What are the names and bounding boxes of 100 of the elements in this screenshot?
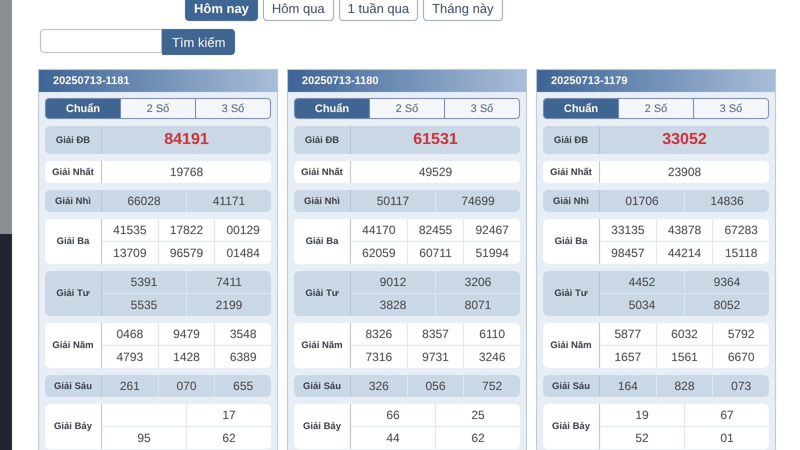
prize-number: 5877 [613, 326, 642, 343]
prize-number: 261 [118, 378, 141, 395]
prize-number: 1561 [656, 346, 712, 368]
mode-tab[interactable]: 2 Số [618, 99, 693, 118]
prize-label: Giải Ba [543, 219, 600, 264]
prize-label: Giải Sáu [45, 375, 102, 397]
card-header: 20250713-1179 [537, 70, 775, 92]
prize-number: 1428 [158, 346, 214, 368]
card-header: 20250713-1180 [288, 70, 526, 92]
prize-number: 5535 [130, 297, 158, 314]
prize-number: 82455 [406, 219, 464, 241]
search-field[interactable] [40, 29, 162, 53]
prize-number: 41171 [186, 190, 271, 212]
search-button[interactable]: Tìm kiếm [162, 29, 236, 55]
date-filter-button[interactable]: Tháng này [423, 0, 503, 21]
prize-label: Giải Nhất [543, 161, 600, 183]
prize-number: 8071 [435, 294, 520, 316]
prize-number: 5034 [628, 297, 656, 314]
prize-label: Giải Sáu [294, 375, 351, 397]
prize-number: 7411 [186, 271, 271, 293]
prize-number: 15118 [712, 242, 769, 264]
prize-number: 61531 [412, 130, 459, 150]
prize-number: 6670 [712, 346, 769, 368]
prize-label: Giải Năm [294, 323, 351, 368]
prize-number: 13709 [112, 245, 148, 262]
date-filter-button[interactable]: Hôm nay [185, 0, 258, 21]
prize-number: 84191 [163, 130, 210, 150]
prize-number: 326 [368, 378, 390, 395]
prize-label: Giải ĐB [543, 126, 600, 154]
prize-number: 44 [385, 430, 401, 447]
prize-number: 33135 [610, 222, 646, 239]
prize-label: Giải Nhất [45, 161, 102, 183]
prize-number: 8052 [684, 294, 769, 316]
prize-label: Giải Tư [543, 271, 600, 316]
prize-number: 164 [616, 378, 639, 395]
prize-number: 5792 [712, 323, 769, 345]
prize-number: 44170 [361, 222, 397, 239]
prize-number: 01706 [624, 193, 660, 210]
prize-number: 66028 [126, 193, 162, 210]
mode-tab[interactable]: Chuẩn [544, 99, 618, 118]
prize-number: 752 [463, 375, 520, 397]
prize-number: 62 [435, 427, 520, 449]
prize-number: 6110 [463, 323, 520, 345]
prize-label: Giải Tư [294, 271, 351, 316]
prize-number: 60711 [406, 242, 464, 264]
prize-number: 62 [186, 427, 271, 449]
prize-number: 51994 [463, 242, 520, 264]
prize-number: 6389 [214, 346, 271, 368]
prize-label: Giải Sáu [543, 375, 600, 397]
prize-number: 66 [385, 407, 401, 424]
mode-tab[interactable]: 3 Số [693, 99, 768, 118]
mode-tab[interactable]: 2 Số [120, 99, 195, 118]
mode-tab[interactable]: 3 Số [195, 99, 270, 118]
date-filter-button[interactable]: 1 tuần qua [338, 0, 418, 21]
prize-number: 5391 [130, 274, 158, 291]
mode-tab[interactable]: Chuẩn [295, 99, 369, 118]
prize-label: Giải Năm [543, 323, 600, 368]
prize-number: 1657 [613, 349, 642, 366]
prize-number: 67 [684, 404, 769, 426]
prize-number: 3828 [378, 297, 408, 314]
prize-number: 25 [435, 404, 520, 426]
mode-tab[interactable]: 3 Số [444, 99, 519, 118]
prize-label: Giải ĐB [294, 126, 351, 154]
prize-number: 056 [406, 375, 464, 397]
prize-number: 0468 [115, 326, 144, 343]
date-filter-button[interactable]: Hôm qua [262, 0, 334, 21]
prize-number: 01484 [214, 242, 271, 264]
prize-label: Giải Nhất [294, 161, 351, 183]
prize-number: 00129 [214, 219, 271, 241]
prize-label: Giải Ba [294, 219, 351, 264]
prize-number: 98457 [610, 245, 646, 262]
prize-label: Giải Năm [45, 323, 102, 368]
prize-number: 9364 [684, 271, 769, 293]
prize-number: 44214 [656, 242, 712, 264]
prize-label: Giải Nhì [45, 190, 102, 212]
mode-tab[interactable]: 2 Số [369, 99, 444, 118]
prize-number: 2199 [186, 294, 271, 316]
prize-number: 33052 [661, 130, 708, 150]
prize-number: 073 [712, 375, 769, 397]
prize-label: Giải Nhì [294, 190, 351, 212]
prize-number: 01 [684, 427, 769, 449]
prize-label: Giải Nhì [543, 190, 600, 212]
card-header: 20250713-1181 [39, 70, 277, 92]
mode-tab[interactable]: Chuẩn [46, 99, 120, 118]
prize-number: 8326 [364, 326, 394, 343]
prize-number: 14836 [684, 190, 769, 212]
prize-number: 9012 [378, 274, 408, 291]
prize-number: 96579 [158, 242, 214, 264]
prize-number: 3246 [463, 346, 520, 368]
prize-number: 3548 [214, 323, 271, 345]
prize-number: 74699 [435, 190, 520, 212]
prize-number: 49529 [418, 164, 454, 181]
prize-number: 62059 [361, 245, 397, 262]
prize-number: 50117 [376, 193, 410, 210]
prize-number: 52 [634, 430, 650, 447]
prize-number: 3206 [435, 271, 520, 293]
prize-label: Giải Bảy [45, 404, 102, 449]
prize-label: Giải Ba [45, 219, 102, 264]
prize-number: 41535 [112, 222, 148, 239]
prize-number: 92467 [463, 219, 520, 241]
